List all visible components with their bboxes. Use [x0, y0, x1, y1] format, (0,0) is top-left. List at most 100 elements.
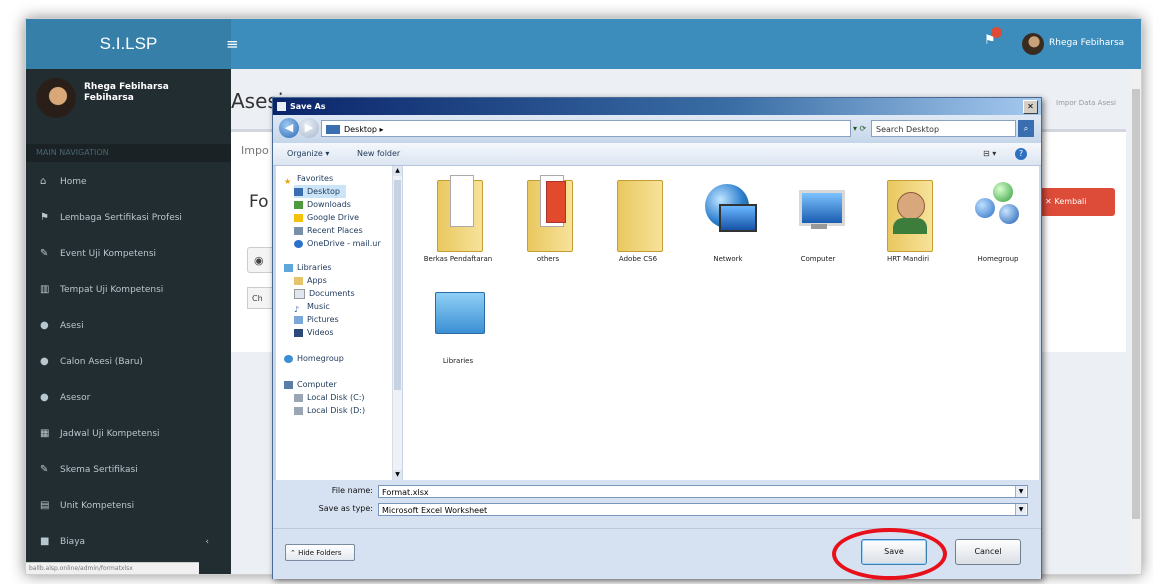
command-bar: Organize ▾ New folder ⊟ ▾ ?	[273, 143, 1041, 166]
nav-label: Google Drive	[307, 213, 360, 222]
close-icon: ✕	[1045, 197, 1055, 206]
refresh-icon[interactable]: ▾ ⟳	[853, 120, 866, 137]
videos-icon	[294, 328, 303, 337]
back-button-label: Kembali	[1054, 197, 1087, 206]
nav-favorites[interactable]: ★ Favorites	[284, 172, 334, 186]
file-name-input[interactable]: Format.xlsx ▼	[378, 485, 1028, 498]
chevron-down-icon[interactable]: ▼	[1015, 504, 1026, 515]
dialog-close-button[interactable]: ✕	[1023, 100, 1038, 114]
libraries-icon	[284, 263, 293, 272]
sidebar-item-label: Biaya	[60, 537, 86, 547]
users-icon: ●	[40, 356, 49, 367]
nav-onedrive[interactable]: OneDrive - mail.ur	[294, 237, 381, 250]
new-folder-button[interactable]: New folder	[357, 143, 400, 165]
view-options-icon[interactable]: ⊟ ▾	[983, 143, 996, 165]
sidebar-item-event[interactable]: ✎ Event Uji Kompetensi	[26, 244, 231, 264]
nav-label: Libraries	[297, 263, 332, 272]
notification-flag-icon[interactable]: ⚑	[984, 27, 1002, 48]
app-logo[interactable]: S.I.LSP	[26, 19, 231, 69]
file-icon: ▤	[40, 500, 50, 511]
desktop-icon	[326, 125, 340, 134]
file-item-network[interactable]: Network	[683, 170, 773, 280]
dialog-titlebar[interactable]: Save As ✕	[273, 98, 1041, 115]
save-as-type-select[interactable]: Microsoft Excel Worksheet ▼	[378, 503, 1028, 516]
file-item-hrt-mandiri[interactable]: HRT Mandiri	[863, 170, 953, 280]
search-input[interactable]: Search Desktop	[871, 120, 1016, 137]
homegroup-icon	[973, 170, 1025, 252]
nav-drive-d[interactable]: Local Disk (D:)	[294, 404, 365, 417]
nav-google-drive[interactable]: Google Drive	[294, 211, 359, 224]
nav-apps[interactable]: Apps	[294, 274, 327, 287]
nav-homegroup[interactable]: Homegroup	[284, 352, 344, 365]
file-name-label: File name:	[331, 486, 373, 495]
scroll-down-icon[interactable]: ▼	[393, 470, 402, 480]
users-icon: ●	[40, 392, 49, 403]
nav-drive-c[interactable]: Local Disk (C:)	[294, 391, 365, 404]
breadcrumb[interactable]: Impor Data Asesi	[1056, 99, 1116, 107]
nav-label: Computer	[297, 380, 337, 389]
nav-documents[interactable]: Documents	[294, 287, 355, 300]
nav-recent-places[interactable]: Recent Places	[294, 224, 363, 237]
cancel-button[interactable]: Cancel	[955, 539, 1021, 565]
forward-arrow-icon[interactable]: ▶	[299, 118, 319, 138]
navigation-pane: ★ Favorites Desktop Downloads Google Driv…	[276, 166, 403, 480]
nav-videos[interactable]: Videos	[294, 326, 334, 339]
help-icon[interactable]: ?	[1015, 148, 1027, 160]
file-item-adobe-cs6[interactable]: Adobe CS6	[593, 170, 683, 280]
file-item-others[interactable]: others	[503, 170, 593, 280]
save-fields: File name: Format.xlsx ▼ Save as type: Mi…	[273, 480, 1041, 528]
nav-scrollbar[interactable]: ▲ ▼	[392, 166, 402, 480]
back-button[interactable]: ✕ Kembali	[1039, 188, 1115, 216]
sidebar-item-skema[interactable]: ✎ Skema Sertifikasi	[26, 460, 231, 480]
dialog-app-icon	[277, 102, 286, 111]
sidebar-item-asesor[interactable]: ● Asesor	[26, 388, 231, 408]
file-item-berkas-pendaftaran[interactable]: Berkas Pendaftaran	[413, 170, 503, 280]
sidebar-item-unit[interactable]: ▤ Unit Kompetensi	[26, 496, 231, 516]
nav-pictures[interactable]: Pictures	[294, 313, 339, 326]
pictures-icon	[294, 315, 303, 324]
file-item-computer[interactable]: Computer	[773, 170, 863, 280]
sidebar-item-label: Tempat Uji Kompetensi	[60, 285, 164, 295]
users-icon: ●	[40, 320, 49, 331]
file-item-label: Network	[713, 255, 743, 263]
sidebar-item-calon-asesi[interactable]: ● Calon Asesi (Baru)	[26, 352, 231, 372]
page-scrollbar[interactable]	[1131, 69, 1141, 574]
nav-desktop[interactable]: Desktop	[294, 185, 346, 198]
form-heading: Fo	[249, 192, 269, 212]
calendar-icon: ▦	[40, 428, 50, 439]
hamburger-menu-icon[interactable]: ≡	[226, 35, 239, 53]
network-globe-icon	[703, 170, 757, 252]
nav-label: Recent Places	[307, 226, 363, 235]
nav-libraries[interactable]: Libraries	[284, 261, 332, 274]
nav-label: Homegroup	[297, 354, 344, 363]
sidebar-item-lsp[interactable]: ⚑ Lembaga Sertifikasi Profesi	[26, 208, 231, 228]
file-item-homegroup[interactable]: Homegroup	[953, 170, 1043, 280]
nav-label: Music	[307, 302, 330, 311]
nav-computer[interactable]: Computer	[284, 378, 337, 391]
hide-folders-button[interactable]: ⌃ Hide Folders	[285, 544, 355, 561]
sidebar-item-asesi[interactable]: ● Asesi	[26, 316, 231, 336]
file-item-libraries[interactable]: Libraries	[413, 272, 503, 382]
nav-label: Favorites	[297, 174, 334, 183]
nav-scrollbar-thumb[interactable]	[394, 180, 401, 390]
scroll-up-icon[interactable]: ▲	[393, 166, 402, 176]
back-arrow-icon[interactable]: ◀	[279, 118, 299, 138]
search-icon[interactable]: ⌕	[1018, 120, 1034, 137]
nav-downloads[interactable]: Downloads	[294, 198, 351, 211]
scrollbar-thumb[interactable]	[1132, 89, 1140, 519]
nav-music[interactable]: ♪ Music	[294, 300, 330, 314]
sidebar-item-label: Asesor	[60, 393, 91, 403]
organize-menu[interactable]: Organize ▾	[287, 143, 329, 165]
header-user-name[interactable]: Rhega Febiharsa	[1049, 38, 1124, 48]
address-path[interactable]: Desktop ▸	[321, 120, 851, 137]
hard-drive-icon	[294, 393, 303, 402]
chevron-down-icon[interactable]: ▼	[1015, 486, 1026, 497]
sidebar-item-label: Lembaga Sertifikasi Profesi	[60, 213, 182, 223]
chevron-up-icon: ⌃	[290, 549, 299, 557]
sidebar-item-biaya[interactable]: ■ Biaya ‹	[26, 532, 231, 552]
sidebar-item-home[interactable]: ⌂ Home	[26, 172, 231, 192]
sidebar-item-jadwal[interactable]: ▦ Jadwal Uji Kompetensi	[26, 424, 231, 444]
header-avatar[interactable]	[1022, 33, 1044, 55]
dialog-title: Save As	[290, 102, 326, 111]
sidebar-item-tempat[interactable]: ▥ Tempat Uji Kompetensi	[26, 280, 231, 300]
